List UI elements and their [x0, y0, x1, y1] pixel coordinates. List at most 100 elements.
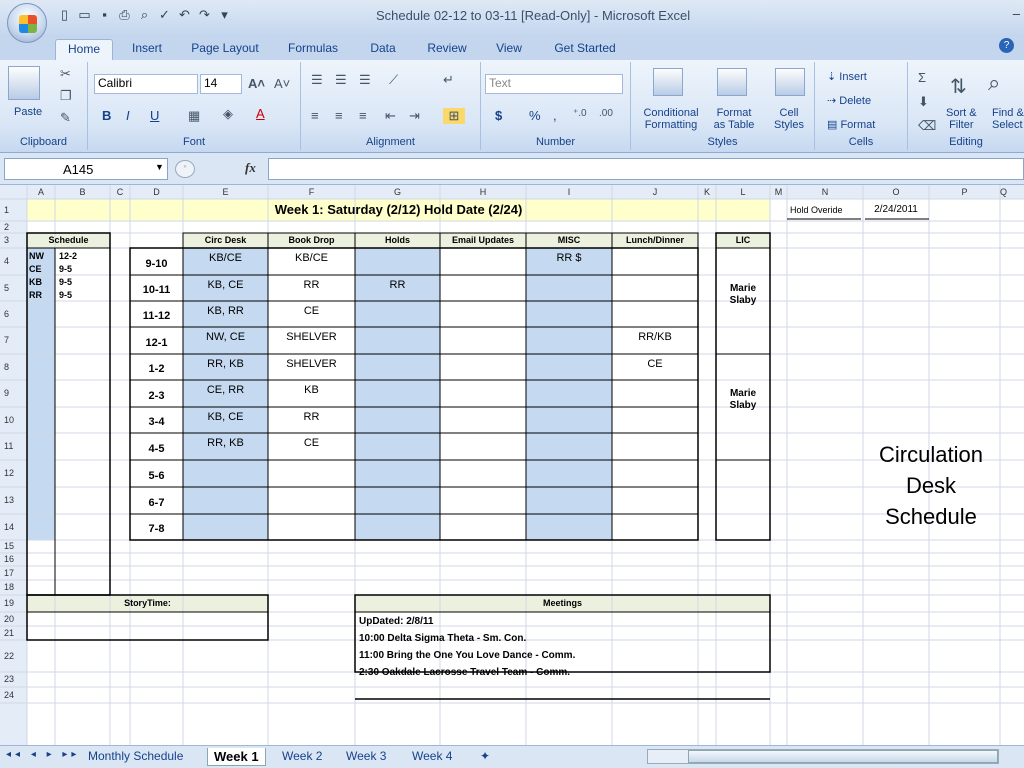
orientation-icon[interactable]: ⟋ — [389, 72, 398, 88]
sheet-nav-icons[interactable]: ◂◂ ◂ ▸ ▸▸ — [6, 749, 80, 760]
column-header: J — [652, 187, 658, 197]
side-label: Circulation — [879, 442, 983, 467]
clear-icon[interactable]: ⌫ — [918, 118, 936, 134]
insert-sheet-icon[interactable]: ✦ — [474, 748, 496, 766]
merge-center-icon[interactable]: ⊞ — [443, 108, 465, 124]
conditional-formatting-button[interactable]: Conditional Formatting — [639, 107, 703, 131]
name-box-dropdown-icon[interactable]: ▼ — [155, 162, 164, 172]
tab-page-layout[interactable]: Page Layout — [185, 39, 265, 60]
cell-styles-icon — [775, 68, 805, 96]
find-select-label-2: Select — [992, 119, 1023, 131]
autosum-icon[interactable]: Σ — [918, 70, 926, 85]
times-cell: 11-12 — [142, 310, 171, 322]
cell-styles-button[interactable]: Cell Styles — [767, 107, 811, 131]
font-color-icon[interactable]: A — [256, 106, 265, 121]
print-preview-icon[interactable]: ⌕ — [136, 6, 153, 23]
book_drop-cell: SHELVER — [286, 358, 337, 370]
help-icon[interactable]: ? — [999, 38, 1014, 53]
tab-review[interactable]: Review — [420, 39, 474, 60]
font-size-input[interactable]: 14 — [200, 74, 242, 94]
title-bar: ▯ ▭ ▪ ⎙ ⌕ ✓ ↶ ↷ ▾ Schedule 02-12 to 03-1… — [0, 0, 1024, 36]
sheet-tab-week-1[interactable]: Week 1 — [207, 748, 266, 766]
row-header: 3 — [4, 235, 10, 245]
fill-icon[interactable]: ⬇ — [918, 94, 929, 110]
row-header: 19 — [4, 598, 15, 608]
tab-formulas[interactable]: Formulas — [280, 39, 346, 60]
insert-button[interactable]: ⇣ Insert — [827, 70, 867, 83]
format-painter-icon[interactable]: ✎ — [60, 110, 71, 126]
column-header: P — [961, 187, 968, 197]
center-icon[interactable]: ≡ — [335, 108, 343, 123]
open-icon[interactable]: ▭ — [76, 6, 93, 23]
bold-button[interactable]: B — [102, 108, 111, 123]
format-button[interactable]: ▤ Format — [827, 118, 875, 131]
lic-box — [715, 232, 771, 541]
cut-icon[interactable]: ✂ — [60, 66, 71, 82]
customize-qat-icon[interactable]: ▾ — [216, 6, 233, 23]
column-header: K — [703, 187, 710, 197]
tab-insert[interactable]: Insert — [122, 39, 172, 60]
formula-input[interactable] — [268, 158, 1024, 180]
scrollbar-thumb[interactable] — [688, 750, 998, 763]
format-as-table-button[interactable]: Format as Table — [707, 107, 761, 131]
format-as-table-label-1: Format — [716, 107, 752, 119]
tab-view[interactable]: View — [488, 39, 530, 60]
book_drop-cell: CE — [303, 305, 320, 317]
circ-cell: KB, CE — [207, 411, 244, 423]
align-left-icon[interactable]: ≡ — [311, 108, 319, 123]
font-name-input[interactable]: Calibri — [94, 74, 198, 94]
minimize-button[interactable]: – — [1013, 6, 1020, 21]
meeting-entry: 10:00 Delta Sigma Theta - Sm. Con. — [359, 633, 527, 644]
delete-button[interactable]: ⇢ Delete — [827, 94, 871, 107]
tab-data[interactable]: Data — [362, 39, 404, 60]
comma-button[interactable]: , — [553, 108, 557, 123]
align-top-icon[interactable]: ☰ — [311, 72, 323, 88]
percent-button[interactable]: % — [529, 108, 541, 123]
name-box[interactable]: A145 — [4, 158, 168, 180]
spelling-icon[interactable]: ✓ — [156, 6, 173, 23]
staff-code: KB — [29, 277, 42, 287]
align-middle-icon[interactable]: ☰ — [335, 72, 347, 88]
copy-icon[interactable]: ❐ — [60, 88, 72, 104]
tab-get-started[interactable]: Get Started — [548, 39, 622, 60]
sheet-tab-week-4[interactable]: Week 4 — [406, 748, 458, 766]
clipboard-group: Paste ✂ ❐ ✎ Clipboard — [0, 62, 88, 150]
tab-home[interactable]: Home — [55, 39, 113, 60]
increase-indent-icon[interactable]: ⇥ — [409, 108, 420, 124]
worksheet-grid[interactable]: A B C D E F G H I J K L M N O P Q 1 2 3 4 5 6 7 8 9 10 11 12 13 14 15 16… — [0, 185, 1024, 745]
side-label: Schedule — [885, 504, 977, 529]
shrink-font-icon[interactable]: A˅ — [274, 76, 290, 91]
fill-color-icon[interactable]: ◈ — [223, 106, 233, 122]
align-bottom-icon[interactable]: ☰ — [359, 72, 371, 88]
number-format-input[interactable]: Text — [485, 74, 623, 94]
sheet-tab-week-2[interactable]: Week 2 — [276, 748, 328, 766]
sort-filter-button[interactable]: Sort & Filter — [946, 107, 977, 131]
currency-button[interactable]: $ — [495, 108, 502, 123]
undo-icon[interactable]: ↶ — [176, 6, 193, 23]
paste-button[interactable]: Paste — [14, 106, 42, 118]
save-icon[interactable]: ▪ — [96, 6, 113, 23]
print-icon[interactable]: ⎙ — [116, 6, 133, 23]
decrease-decimal-icon[interactable]: .00 — [599, 108, 613, 119]
redo-icon[interactable]: ↷ — [196, 6, 213, 23]
row-header: 6 — [4, 309, 10, 319]
paste-icon[interactable] — [8, 66, 40, 100]
office-button[interactable] — [7, 3, 47, 43]
formula-bar-handle[interactable]: ◦ — [175, 160, 195, 178]
new-icon[interactable]: ▯ — [56, 6, 73, 23]
underline-button[interactable]: U — [150, 108, 159, 123]
borders-icon[interactable]: ▦ — [188, 108, 200, 124]
sheet-tab-week-3[interactable]: Week 3 — [340, 748, 392, 766]
find-select-button[interactable]: Find & Select — [992, 107, 1024, 131]
wrap-text-icon[interactable]: ↵ — [443, 72, 454, 88]
italic-button[interactable]: I — [126, 108, 130, 123]
align-right-icon[interactable]: ≡ — [359, 108, 367, 123]
grow-font-icon[interactable]: A˄ — [248, 76, 265, 91]
times-cell: 12-1 — [145, 337, 168, 349]
insert-function-button[interactable]: fx — [245, 160, 256, 176]
decrease-indent-icon[interactable]: ⇤ — [385, 108, 396, 124]
lunch-cell: RR/KB — [638, 331, 672, 343]
increase-decimal-icon[interactable]: ⁺.0 — [573, 108, 587, 119]
sheet-tab-monthly-schedule[interactable]: Monthly Schedule — [82, 748, 189, 766]
column-header: H — [479, 187, 487, 197]
